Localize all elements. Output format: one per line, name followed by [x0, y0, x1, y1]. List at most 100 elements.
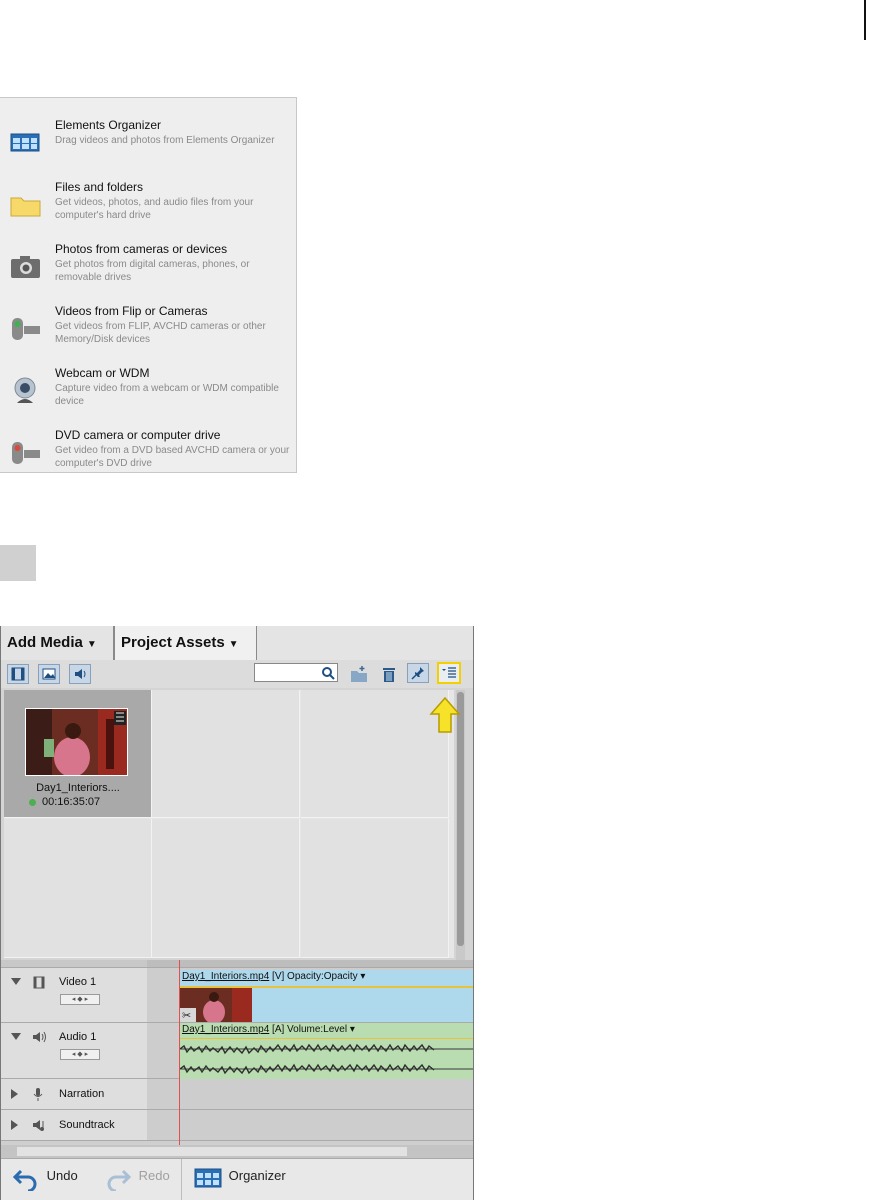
- menu-item-files-and-folders[interactable]: Files and folders Get videos, photos, an…: [0, 180, 297, 240]
- organizer-button[interactable]: Organizer: [194, 1168, 286, 1188]
- caret-down-icon: ▼: [86, 639, 97, 650]
- menu-item-title: Elements Organizer: [55, 118, 162, 132]
- callout-up-arrow-icon: [429, 696, 461, 733]
- menu-item-title: Files and folders: [55, 180, 144, 194]
- asset-cell-empty[interactable]: [301, 819, 449, 958]
- timeline-playhead[interactable]: [179, 960, 180, 1158]
- asset-cell-empty[interactable]: [4, 819, 152, 958]
- image-icon: [42, 668, 56, 680]
- redo-button[interactable]: Redo: [105, 1167, 170, 1193]
- track-header-video-1[interactable]: Video 1 ◂ ◆ ▸: [1, 968, 147, 1023]
- menu-item-photos-from-cameras[interactable]: Photos from cameras or devices Get photo…: [0, 242, 297, 302]
- pin-icon: [411, 667, 424, 680]
- track-header-soundtrack[interactable]: Soundtrack: [1, 1110, 147, 1141]
- menu-item-videos-from-flip[interactable]: Videos from Flip or Cameras Get videos f…: [0, 304, 297, 364]
- menu-item-elements-organizer[interactable]: Elements Organizer Drag videos and photo…: [0, 118, 297, 178]
- grid-organizer-icon: [194, 1168, 222, 1188]
- editor-window: Add Media ▼ Project Assets ▼ Day1_Interi…: [0, 626, 474, 1200]
- collapse-triangle-icon[interactable]: [11, 978, 21, 985]
- asset-thumbnail: [25, 708, 128, 776]
- undo-button[interactable]: Undo: [12, 1167, 78, 1193]
- collapse-triangle-icon[interactable]: [11, 1033, 21, 1040]
- track-lane-narration[interactable]: [147, 1079, 473, 1110]
- expand-triangle-icon[interactable]: [11, 1089, 18, 1099]
- step-marker: [0, 545, 36, 581]
- track-label: Narration: [59, 1088, 105, 1100]
- menu-item-webcam-or-wdm[interactable]: Webcam or WDM Capture video from a webca…: [0, 366, 297, 426]
- undo-label: Undo: [46, 1168, 78, 1184]
- new-folder-icon[interactable]: [350, 665, 368, 683]
- keyframe-controls[interactable]: ◂ ◆ ▸: [60, 994, 100, 1005]
- panel-tab-bar: Add Media ▼ Project Assets ▼: [1, 626, 473, 661]
- timeline-ruler[interactable]: [147, 960, 473, 968]
- asset-duration: 00:16:35:07: [29, 796, 100, 808]
- menu-item-description: Get videos, photos, and audio files from…: [55, 197, 254, 221]
- asset-cell-day1-interiors[interactable]: Day1_Interiors.... 00:16:35:07: [4, 690, 152, 818]
- menu-item-dvd-camera[interactable]: DVD camera or computer drive Get video f…: [0, 428, 297, 488]
- tab-project-assets[interactable]: Project Assets ▼: [114, 626, 257, 660]
- list-view-icon: [442, 667, 456, 678]
- clip-thumbnail-image: ✂: [180, 988, 252, 1022]
- asset-cell-empty[interactable]: [301, 690, 449, 818]
- keyframe-controls[interactable]: ◂ ◆ ▸: [60, 1049, 100, 1060]
- assets-search-input[interactable]: [254, 663, 338, 682]
- menu-item-description: Drag videos and photos from Elements Org…: [55, 135, 275, 146]
- timeline-ruler-header: [1, 960, 147, 968]
- list-view-button[interactable]: [437, 662, 461, 684]
- organizer-label: Organizer: [228, 1168, 286, 1184]
- camcorder-icon: [12, 318, 40, 340]
- caret-down-icon: ▼: [228, 639, 239, 650]
- tab-add-media[interactable]: Add Media ▼: [1, 626, 114, 660]
- track-header-narration[interactable]: Narration: [1, 1079, 147, 1110]
- track-label: Soundtrack: [59, 1119, 115, 1131]
- timeline-horizontal-scrollbar[interactable]: [1, 1145, 473, 1158]
- clip-property: [A] Volume:Level: [272, 1024, 348, 1035]
- camera-icon: [11, 256, 40, 278]
- menu-item-title: Webcam or WDM: [55, 366, 150, 380]
- menu-item-description: Get videos from FLIP, AVCHD cameras or o…: [55, 321, 266, 345]
- music-note-icon: [33, 1120, 44, 1131]
- expand-triangle-icon[interactable]: [11, 1120, 18, 1130]
- menu-item-title: Videos from Flip or Cameras: [55, 304, 208, 318]
- tab-label: Add Media: [7, 634, 83, 651]
- scrollbar-thumb[interactable]: [17, 1147, 407, 1156]
- microphone-icon: [33, 1088, 43, 1101]
- status-dot-icon: [29, 798, 36, 806]
- video-clip[interactable]: Day1_Interiors.mp4 [V] Opacity:Opacity ▾…: [180, 970, 473, 1022]
- speaker-icon: [33, 1031, 46, 1043]
- action-bar: Undo Redo Organizer: [1, 1158, 473, 1200]
- pin-panel-button[interactable]: [407, 663, 429, 683]
- asset-cell-empty[interactable]: [152, 819, 300, 958]
- asset-duration-text: 00:16:35:07: [42, 796, 101, 808]
- audio-clip[interactable]: Day1_Interiors.mp4 [A] Volume:Level ▾: [180, 1023, 473, 1079]
- trash-icon[interactable]: [380, 665, 398, 683]
- clip-title: Day1_Interiors.mp4 [V] Opacity:Opacity ▾: [182, 971, 365, 982]
- filter-video-button[interactable]: [7, 664, 29, 684]
- grid-organizer-icon: [10, 133, 40, 152]
- project-assets-grid: Day1_Interiors.... 00:16:35:07: [4, 690, 454, 958]
- assets-toolbar: [1, 660, 473, 688]
- svg-text:✂: ✂: [182, 1009, 191, 1022]
- caret-down-icon: ▾: [349, 1024, 355, 1035]
- search-icon: [322, 667, 335, 680]
- speaker-icon: [75, 669, 86, 679]
- filter-image-button[interactable]: [38, 664, 60, 684]
- add-media-menu: Elements Organizer Drag videos and photo…: [0, 97, 297, 473]
- volume-rubber-band[interactable]: [180, 1038, 473, 1039]
- track-header-audio-1[interactable]: Audio 1 ◂ ◆ ▸: [1, 1023, 147, 1079]
- film-icon: [11, 667, 25, 681]
- clip-property: [V] Opacity:Opacity: [272, 971, 358, 982]
- dvd-camcorder-icon: [12, 442, 40, 464]
- track-lane-soundtrack[interactable]: [147, 1110, 473, 1141]
- filter-audio-button[interactable]: [69, 664, 91, 684]
- track-label: Audio 1: [59, 1031, 97, 1043]
- timeline-panel: Video 1 ◂ ◆ ▸ Day1_Interiors.mp4 [V] Opa…: [1, 960, 473, 1158]
- clip-file-name: Day1_Interiors.mp4: [182, 1024, 270, 1035]
- clip-title: Day1_Interiors.mp4 [A] Volume:Level ▾: [182, 1024, 355, 1035]
- redo-arrow-icon: [107, 1169, 132, 1193]
- asset-name: Day1_Interiors....: [36, 782, 120, 794]
- menu-item-description: Capture video from a webcam or WDM compa…: [55, 383, 279, 407]
- menu-item-description: Get photos from digital cameras, phones,…: [55, 259, 250, 283]
- asset-cell-empty[interactable]: [152, 690, 300, 818]
- menu-item-title: Photos from cameras or devices: [55, 242, 228, 256]
